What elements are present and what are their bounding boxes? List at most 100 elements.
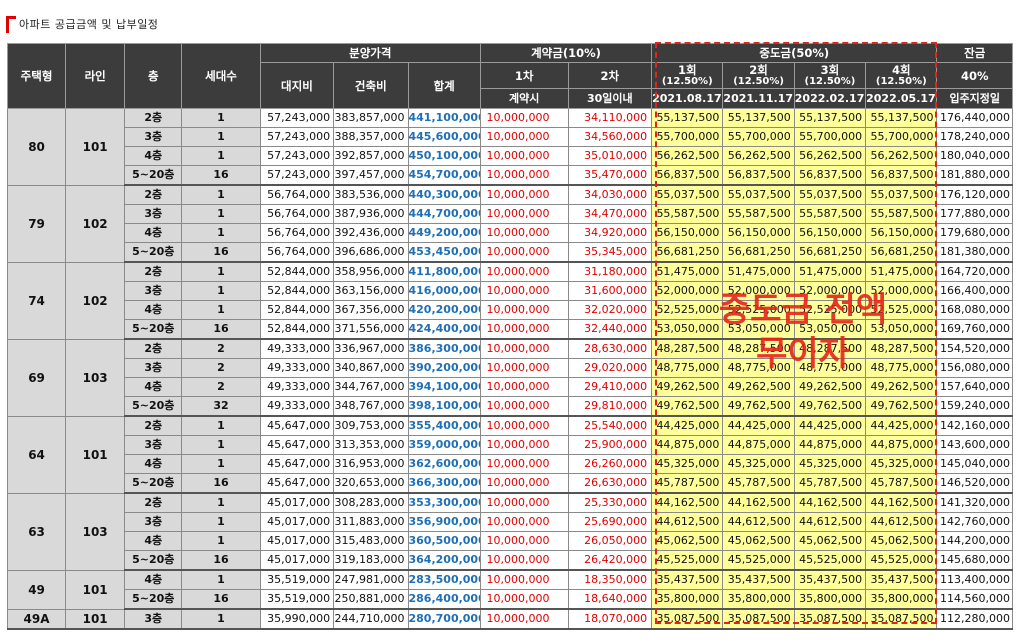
header-bal-pct: 40% [936, 62, 1013, 89]
cell-mid-4: 45,787,500 [865, 473, 938, 494]
cell-total: 283,500,000 [407, 569, 481, 590]
header-dep2: 2차 [567, 62, 653, 89]
cell-mid-4: 55,137,500 [865, 108, 938, 128]
header-land: 대지비 [259, 62, 335, 109]
cell-units: 1 [181, 608, 261, 630]
cell-mid-2: 45,787,500 [722, 473, 795, 494]
cell-deposit-2: 26,420,000 [567, 550, 653, 571]
cell-mid-2: 44,875,000 [722, 435, 795, 455]
cell-mid-1: 56,262,500 [651, 146, 724, 166]
cell-mid-4: 44,612,500 [865, 512, 938, 532]
cell-mid-1: 44,162,500 [651, 492, 724, 513]
header-floor: 층 [124, 43, 183, 109]
cell-line: 102 [65, 261, 126, 340]
cell-mid-3: 55,137,500 [793, 108, 867, 128]
table-row: 3층 1 45,017,000 311,883,000 356,900,000 10,00… [8, 512, 1013, 532]
cell-mid-4: 35,437,500 [865, 569, 938, 590]
cell-mid-2: 55,137,500 [722, 108, 795, 128]
cell-floor: 4층 [124, 300, 183, 320]
cell-mid-3: 44,875,000 [793, 435, 867, 455]
cell-units: 16 [181, 242, 261, 263]
cell-units: 32 [181, 396, 261, 417]
cell-balance: 177,880,000 [936, 204, 1013, 224]
cell-floor: 4층 [124, 531, 183, 551]
cell-mid-3: 44,162,500 [793, 492, 867, 513]
cell-mid-3: 49,262,500 [793, 377, 867, 397]
cell-land: 57,243,000 [259, 108, 335, 128]
cell-building: 383,536,000 [333, 184, 409, 205]
header-bal-when: 입주지정일 [936, 88, 1013, 109]
table-row: 5~20층 16 45,647,000 320,653,000 366,300,000 1… [8, 473, 1013, 494]
cell-land: 45,647,000 [259, 473, 335, 494]
cell-mid-2: 45,525,000 [722, 550, 795, 571]
header-sale-price: 분양가격 [259, 43, 481, 63]
cell-type: 79 [6, 184, 67, 263]
cell-mid-4: 45,325,000 [865, 454, 938, 474]
cell-mid-3: 35,087,500 [793, 608, 867, 630]
cell-building: 336,967,000 [333, 338, 409, 359]
cell-balance: 144,200,000 [936, 531, 1013, 551]
table-row: 3층 1 45,647,000 313,353,000 359,000,000 10,00… [8, 435, 1013, 455]
cell-mid-1: 45,525,000 [651, 550, 724, 571]
cell-mid-1: 35,087,500 [651, 608, 724, 630]
cell-mid-3: 49,762,500 [793, 396, 867, 417]
cell-deposit-1: 10,000,000 [479, 108, 569, 128]
cell-deposit-1: 10,000,000 [479, 608, 569, 630]
cell-balance: 181,380,000 [936, 242, 1013, 263]
cell-deposit-2: 26,260,000 [567, 454, 653, 474]
cell-mid-1: 35,437,500 [651, 569, 724, 590]
cell-mid-3: 55,700,000 [793, 127, 867, 147]
cell-balance: 178,240,000 [936, 127, 1013, 147]
cell-mid-1: 49,762,500 [651, 396, 724, 417]
cell-mid-2: 55,700,000 [722, 127, 795, 147]
cell-mid-3: 55,587,500 [793, 204, 867, 224]
cell-total: 416,000,000 [407, 281, 481, 301]
cell-mid-2: 56,837,500 [722, 165, 795, 186]
cell-land: 57,243,000 [259, 146, 335, 166]
cell-mid-3: 56,150,000 [793, 223, 867, 243]
cell-mid-4: 49,262,500 [865, 377, 938, 397]
cell-deposit-1: 10,000,000 [479, 435, 569, 455]
cell-total: 398,100,000 [407, 396, 481, 417]
cell-type: 49A [6, 608, 67, 630]
cell-land: 45,647,000 [259, 454, 335, 474]
cell-floor: 4층 [124, 377, 183, 397]
cell-land: 35,519,000 [259, 569, 335, 590]
cell-units: 1 [181, 512, 261, 532]
cell-mid-1: 56,837,500 [651, 165, 724, 186]
cell-mid-4: 55,037,500 [865, 184, 938, 205]
cell-floor: 2층 [124, 415, 183, 436]
cell-building: 348,767,000 [333, 396, 409, 417]
cell-total: 450,100,000 [407, 146, 481, 166]
cell-mid-2: 45,062,500 [722, 531, 795, 551]
table-row: 5~20층 16 45,017,000 319,183,000 364,200,000 1… [8, 550, 1013, 571]
cell-building: 316,953,000 [333, 454, 409, 474]
cell-balance: 141,320,000 [936, 492, 1013, 513]
cell-units: 1 [181, 223, 261, 243]
cell-mid-2: 56,262,500 [722, 146, 795, 166]
header-mid-3-date: 2022.02.17. [793, 88, 867, 109]
header-total: 합계 [407, 62, 481, 109]
cell-units: 16 [181, 319, 261, 340]
cell-building: 340,867,000 [333, 358, 409, 378]
cell-mid-4: 44,875,000 [865, 435, 938, 455]
cell-floor: 3층 [124, 204, 183, 224]
cell-deposit-2: 35,470,000 [567, 165, 653, 186]
table-row: 80 101 2층 1 57,243,000 383,857,000 441,100,000… [6, 108, 1013, 186]
cell-floor: 5~20층 [124, 396, 183, 417]
cell-building: 397,457,000 [333, 165, 409, 186]
cell-total: 441,100,000 [407, 108, 481, 128]
cell-units: 1 [181, 492, 261, 513]
cell-floor: 3층 [124, 281, 183, 301]
cell-floor: 2층 [124, 108, 183, 128]
cell-deposit-1: 10,000,000 [479, 300, 569, 320]
cell-type: 69 [6, 338, 67, 417]
cell-deposit-2: 25,330,000 [567, 492, 653, 513]
cell-deposit-1: 10,000,000 [479, 531, 569, 551]
table-row: 4층 2 49,333,000 344,767,000 394,100,000 10,00… [8, 377, 1013, 397]
cell-floor: 2층 [124, 338, 183, 359]
cell-deposit-2: 34,560,000 [567, 127, 653, 147]
cell-balance: 112,280,000 [936, 608, 1013, 630]
cell-mid-4: 51,475,000 [865, 261, 938, 282]
cell-deposit-1: 10,000,000 [479, 261, 569, 282]
